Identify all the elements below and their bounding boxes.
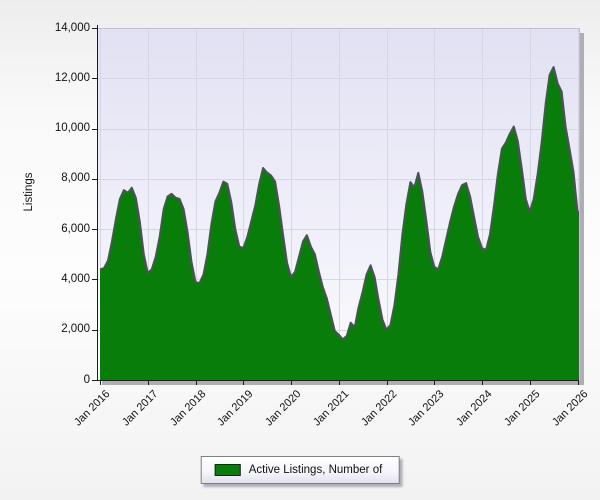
y-tick-label: 10,000 [38,122,90,135]
y-tick-label: 14,000 [38,22,90,35]
y-tick-label: 6,000 [38,223,90,236]
y-tick-label: 12,000 [38,72,90,85]
legend: Active Listings, Number of [201,456,400,484]
legend-label: Active Listings, Number of [249,464,383,476]
y-tick-label: 8,000 [38,172,90,185]
y-tick-label: 4,000 [38,273,90,286]
chart-canvas: Listings 0 2,000 4,000 6,000 8,000 10,000 12,0… [0,0,600,500]
y-tick-label: 2,000 [38,323,90,336]
y-tick-label: 0 [38,374,90,387]
legend-swatch [215,464,241,476]
y-axis-title: Listings [23,173,35,212]
